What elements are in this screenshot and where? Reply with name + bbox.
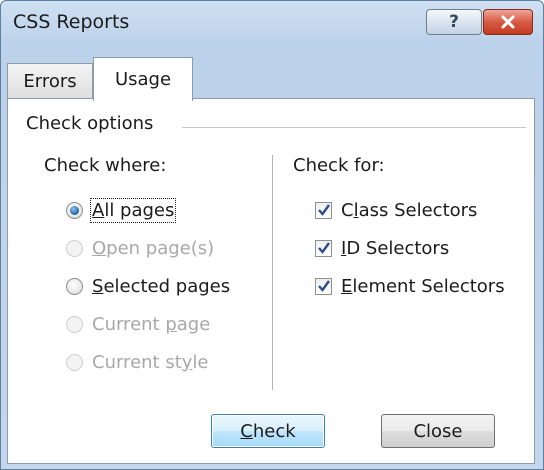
radio-current-page-label: Current page [92,313,211,335]
checkbox[interactable] [315,239,332,257]
window-title: CSS Reports [13,11,130,33]
close-button[interactable]: Close [381,414,495,448]
checkmark-icon [318,203,330,216]
radio-button [66,239,83,257]
checkmark-icon [318,241,330,254]
column-divider [272,155,273,390]
radio-current-page: Current page [66,311,210,337]
css-reports-dialog: CSS Reports ? Errors Usage Check options… [0,0,544,470]
close-x-icon [501,15,515,29]
check-button[interactable]: Check [211,414,325,448]
window-close-button[interactable] [483,9,533,35]
checkbox-class-selectors-label: Class Selectors [341,199,478,221]
checkbox-id-selectors[interactable]: ID Selectors [315,235,449,261]
help-button[interactable]: ? [426,9,482,35]
help-icon: ? [449,12,459,32]
check-options-group-label: Check options [26,113,160,134]
radio-selected-pages[interactable]: Selected pages [66,273,230,299]
usage-tab-panel: Check options Check where: Check for: Al… [7,98,535,464]
tab-usage[interactable]: Usage [93,57,193,101]
radio-button [66,353,83,371]
group-divider [182,127,526,128]
radio-current-style-label: Current style [92,351,209,373]
radio-button[interactable] [66,277,83,295]
checkbox-element-selectors[interactable]: Element Selectors [315,273,505,299]
radio-all-pages-label: All pages [89,197,177,223]
radio-open-pages: Open page(s) [66,235,214,261]
radio-button [66,315,83,333]
checkbox[interactable] [315,277,332,295]
radio-open-pages-label: Open page(s) [92,237,215,259]
radio-current-style: Current style [66,349,209,375]
radio-all-pages[interactable]: All pages [66,197,177,223]
checkbox[interactable] [315,201,332,219]
check-where-heading: Check where: [44,155,167,176]
title-bar[interactable]: CSS Reports ? [1,1,543,49]
checkbox-class-selectors[interactable]: Class Selectors [315,197,477,223]
radio-selected-pages-label: Selected pages [92,275,231,297]
radio-button[interactable] [66,201,83,219]
checkbox-element-selectors-label: Element Selectors [341,275,505,297]
tab-usage-label: Usage [114,69,172,90]
tab-errors-label: Errors [23,71,77,92]
checkmark-icon [318,279,330,292]
check-for-heading: Check for: [293,155,385,176]
tab-errors[interactable]: Errors [7,63,93,99]
checkbox-id-selectors-label: ID Selectors [341,237,450,259]
